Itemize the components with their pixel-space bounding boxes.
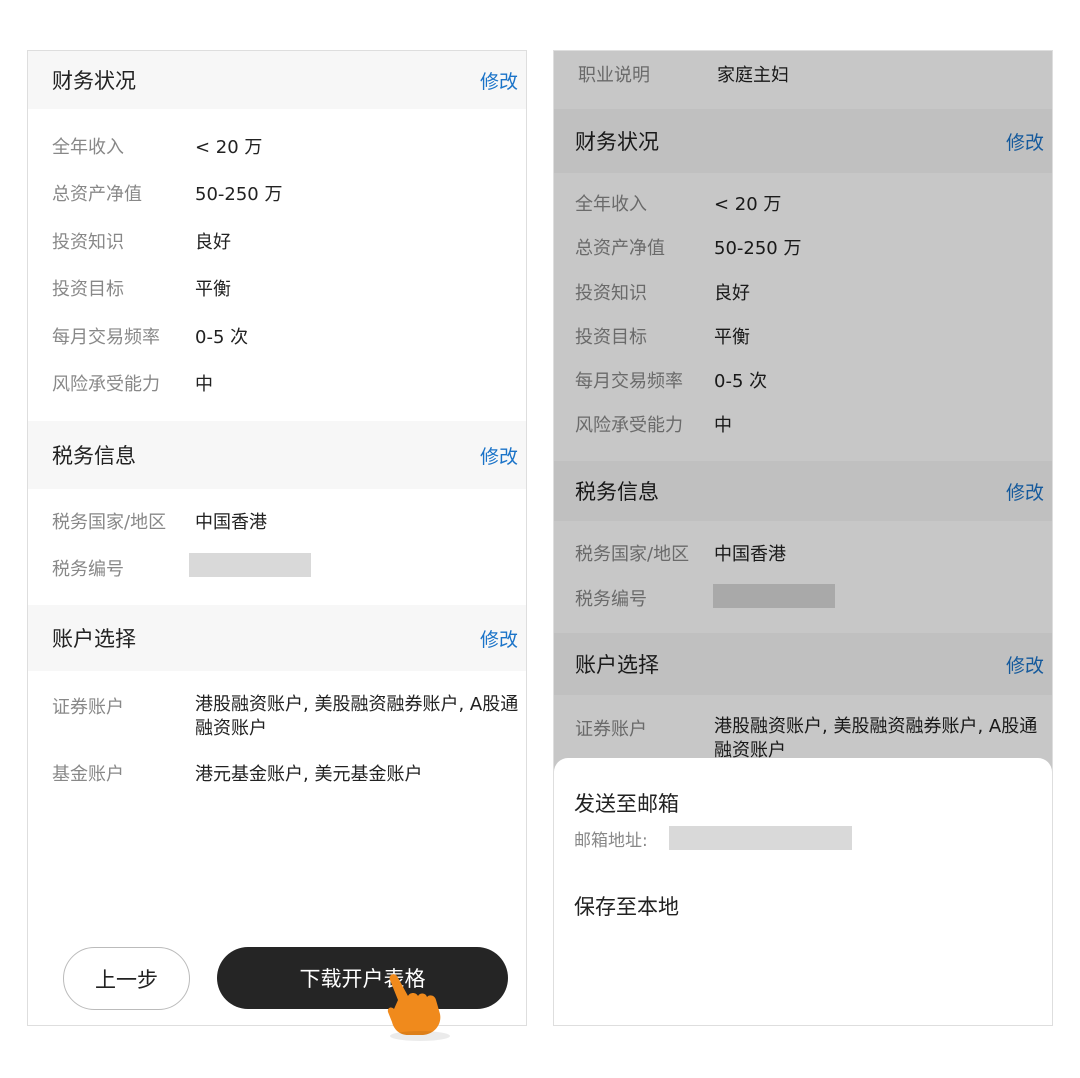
- finance-edit-link[interactable]: 修改: [480, 67, 518, 94]
- row-label: 全年收入: [52, 137, 124, 158]
- row-label: 税务编号: [52, 559, 124, 580]
- send-to-email-option[interactable]: 发送至邮箱: [574, 788, 679, 818]
- row-label: 基金账户: [52, 764, 124, 785]
- info-row-securities-account: 证券账户 港股融资账户, 美股融资融券账户, A股通融资账户: [52, 693, 526, 741]
- account-edit-link[interactable]: 修改: [480, 625, 518, 652]
- account-section-header: 账户选择 修改: [28, 605, 526, 671]
- tax-section-header: 税务信息 修改: [28, 421, 526, 489]
- row-value: 平衡: [195, 279, 231, 300]
- download-form-button[interactable]: 下载开户表格: [217, 947, 508, 1009]
- row-value: 中: [195, 374, 213, 395]
- row-label: 每月交易频率: [52, 327, 160, 348]
- row-value: 良好: [195, 232, 231, 253]
- info-row-fund-account: 基金账户 港元基金账户, 美元基金账户: [52, 758, 526, 788]
- redacted-tax-number: [189, 553, 311, 577]
- row-value: 港元基金账户, 美元基金账户: [195, 764, 423, 785]
- save-locally-option[interactable]: 保存至本地: [574, 891, 679, 921]
- info-row-investment-knowledge: 投资知识 良好: [52, 226, 526, 256]
- row-value: 0-5 次: [195, 327, 249, 348]
- tax-section-title: 税务信息: [52, 444, 136, 468]
- finance-section-title: 财务状况: [52, 69, 136, 93]
- info-row-annual-income: 全年收入 < 20 万: [52, 131, 526, 161]
- account-section-title: 账户选择: [52, 627, 136, 651]
- export-options-screen: 职业说明 家庭主妇 财务状况 修改 全年收入 < 20 万 总资产净值 50-2…: [553, 50, 1053, 1026]
- row-value: < 20 万: [195, 137, 263, 158]
- account-review-screen: 财务状况 修改 全年收入 < 20 万 总资产净值 50-250 万 投资知识 …: [27, 50, 527, 1026]
- row-label: 总资产净值: [52, 184, 142, 205]
- redacted-email-address: [669, 826, 852, 850]
- tap-hand-icon: [387, 974, 450, 1041]
- info-row-investment-goal: 投资目标 平衡: [52, 273, 526, 303]
- email-address-label: 邮箱地址:: [574, 831, 648, 851]
- row-value: 50-250 万: [195, 184, 283, 205]
- finance-section-header: 财务状况 修改: [28, 51, 526, 109]
- row-value: 港股融资账户, 美股融资融券账户, A股通融资账户: [195, 694, 519, 739]
- row-value: 中国香港: [195, 512, 267, 533]
- info-row-tax-country: 税务国家/地区 中国香港: [52, 506, 526, 536]
- tax-edit-link[interactable]: 修改: [480, 442, 518, 469]
- info-row-trade-frequency: 每月交易频率 0-5 次: [52, 321, 526, 351]
- row-label: 风险承受能力: [52, 374, 160, 395]
- row-label: 证券账户: [52, 697, 124, 718]
- export-bottom-sheet: 发送至邮箱 邮箱地址: 保存至本地: [554, 758, 1052, 1025]
- row-label: 投资目标: [52, 279, 124, 300]
- info-row-net-assets: 总资产净值 50-250 万: [52, 178, 526, 208]
- previous-step-button[interactable]: 上一步: [63, 947, 190, 1010]
- row-label: 投资知识: [52, 232, 124, 253]
- row-label: 税务国家/地区: [52, 512, 167, 533]
- info-row-risk-tolerance: 风险承受能力 中: [52, 368, 526, 398]
